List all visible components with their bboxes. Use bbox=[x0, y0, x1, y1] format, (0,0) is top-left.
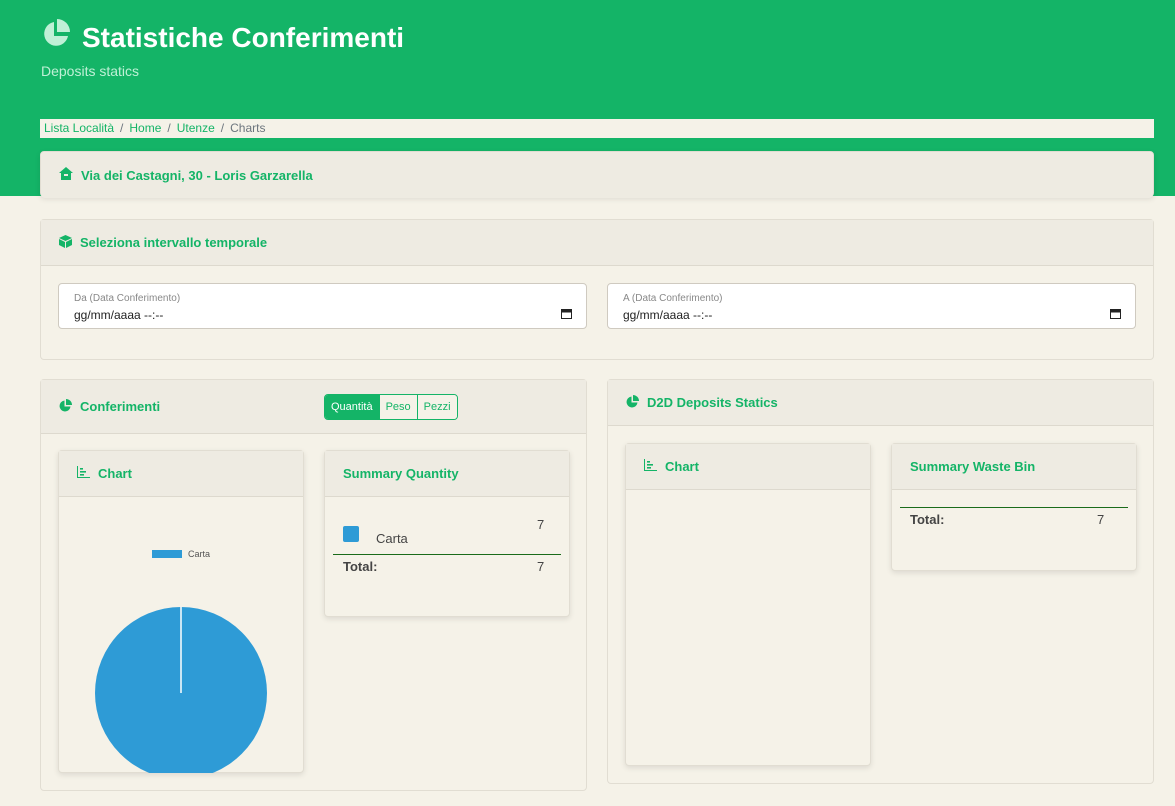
summary-waste-bin-header: Summary Waste Bin bbox=[892, 444, 1136, 490]
date-to-value[interactable]: gg/mm/aaaa --:-- bbox=[623, 308, 712, 322]
chart-bar-icon bbox=[643, 459, 657, 474]
chart-pie-icon bbox=[626, 394, 639, 411]
chart-title: Chart bbox=[98, 466, 132, 481]
chart-pie-icon bbox=[40, 18, 72, 57]
address-card: Via dei Castagni, 30 - Loris Garzarella bbox=[40, 151, 1154, 198]
metric-toggle: Quantità Peso Pezzi bbox=[324, 394, 458, 420]
summary-waste-bin-card: Summary Waste Bin Total: 7 bbox=[891, 443, 1137, 571]
d2d-chart-card: Chart bbox=[625, 443, 871, 766]
chart-pie-icon bbox=[59, 398, 72, 415]
summary-quantity-title: Summary Quantity bbox=[343, 466, 459, 481]
summary-value-carta: 7 bbox=[537, 517, 545, 532]
date-from-value[interactable]: gg/mm/aaaa --:-- bbox=[74, 308, 163, 322]
d2d-chart-title: Chart bbox=[665, 459, 699, 474]
page-subtitle: Deposits statics bbox=[41, 63, 140, 79]
address-header: Via dei Castagni, 30 - Loris Garzarella bbox=[41, 152, 1153, 198]
home-icon bbox=[59, 167, 73, 183]
cube-icon bbox=[59, 234, 72, 251]
legend-swatch bbox=[152, 550, 182, 558]
summary-total-value: 7 bbox=[537, 559, 545, 574]
page-title: Statistiche Conferimenti bbox=[40, 18, 404, 57]
summary-quantity-card: Summary Quantity Carta 7 Total: 7 bbox=[324, 450, 570, 617]
summary-label-carta: Carta bbox=[376, 531, 408, 546]
summary-swatch-carta bbox=[343, 526, 359, 542]
summary-total-label: Total: bbox=[343, 559, 378, 574]
breadcrumb-lista-localita[interactable]: Lista Località bbox=[44, 121, 114, 135]
conferimenti-card: Conferimenti Quantità Peso Pezzi Chart C… bbox=[40, 379, 587, 791]
breadcrumb: Lista Località / Home / Utenze / Charts bbox=[40, 119, 1154, 138]
breadcrumb-separator: / bbox=[167, 121, 171, 135]
address-text: Via dei Castagni, 30 - Loris Garzarella bbox=[81, 167, 313, 183]
breadcrumb-separator: / bbox=[220, 121, 225, 135]
toggle-pezzi[interactable]: Pezzi bbox=[416, 395, 457, 419]
d2d-title: D2D Deposits Statics bbox=[647, 395, 778, 410]
breadcrumb-separator: / bbox=[120, 121, 124, 135]
summary-quantity-header: Summary Quantity bbox=[325, 451, 569, 497]
conferimenti-header: Conferimenti Quantità Peso Pezzi bbox=[41, 380, 586, 434]
date-from-field[interactable]: Da (Data Conferimento) gg/mm/aaaa --:-- bbox=[58, 283, 587, 329]
breadcrumb-current: Charts bbox=[230, 121, 266, 135]
calendar-icon[interactable] bbox=[561, 306, 572, 324]
summary-divider bbox=[333, 554, 561, 555]
time-range-header: Seleziona intervallo temporale bbox=[41, 220, 1153, 266]
breadcrumb-home[interactable]: Home bbox=[129, 121, 161, 135]
breadcrumb-utenze[interactable]: Utenze bbox=[177, 121, 215, 135]
conferimenti-title: Conferimenti bbox=[80, 399, 161, 414]
d2d-header: D2D Deposits Statics bbox=[608, 380, 1153, 426]
conferimenti-chart-card: Chart Carta bbox=[58, 450, 304, 773]
time-range-card: Seleziona intervallo temporale Da (Data … bbox=[40, 219, 1154, 360]
waste-bin-total-label: Total: bbox=[910, 512, 945, 527]
toggle-peso[interactable]: Peso bbox=[378, 395, 417, 419]
waste-bin-divider bbox=[900, 507, 1128, 508]
chart-header: Chart bbox=[59, 451, 303, 497]
time-range-title: Seleziona intervallo temporale bbox=[80, 235, 268, 250]
waste-bin-total-value: 7 bbox=[1097, 512, 1105, 527]
date-to-field[interactable]: A (Data Conferimento) gg/mm/aaaa --:-- bbox=[607, 283, 1136, 329]
calendar-icon[interactable] bbox=[1110, 306, 1121, 324]
legend-label: Carta bbox=[188, 549, 210, 559]
toggle-quantita[interactable]: Quantità bbox=[325, 395, 379, 419]
pie-chart: Carta bbox=[95, 549, 267, 773]
d2d-chart-header: Chart bbox=[626, 444, 870, 490]
summary-waste-bin-title: Summary Waste Bin bbox=[910, 459, 1036, 474]
d2d-card: D2D Deposits Statics Chart Summary Waste… bbox=[607, 379, 1154, 784]
date-from-label: Da (Data Conferimento) bbox=[74, 293, 181, 304]
chart-bar-icon bbox=[76, 466, 90, 481]
date-to-label: A (Data Conferimento) bbox=[623, 293, 723, 304]
page-title-text: Statistiche Conferimenti bbox=[82, 21, 405, 53]
